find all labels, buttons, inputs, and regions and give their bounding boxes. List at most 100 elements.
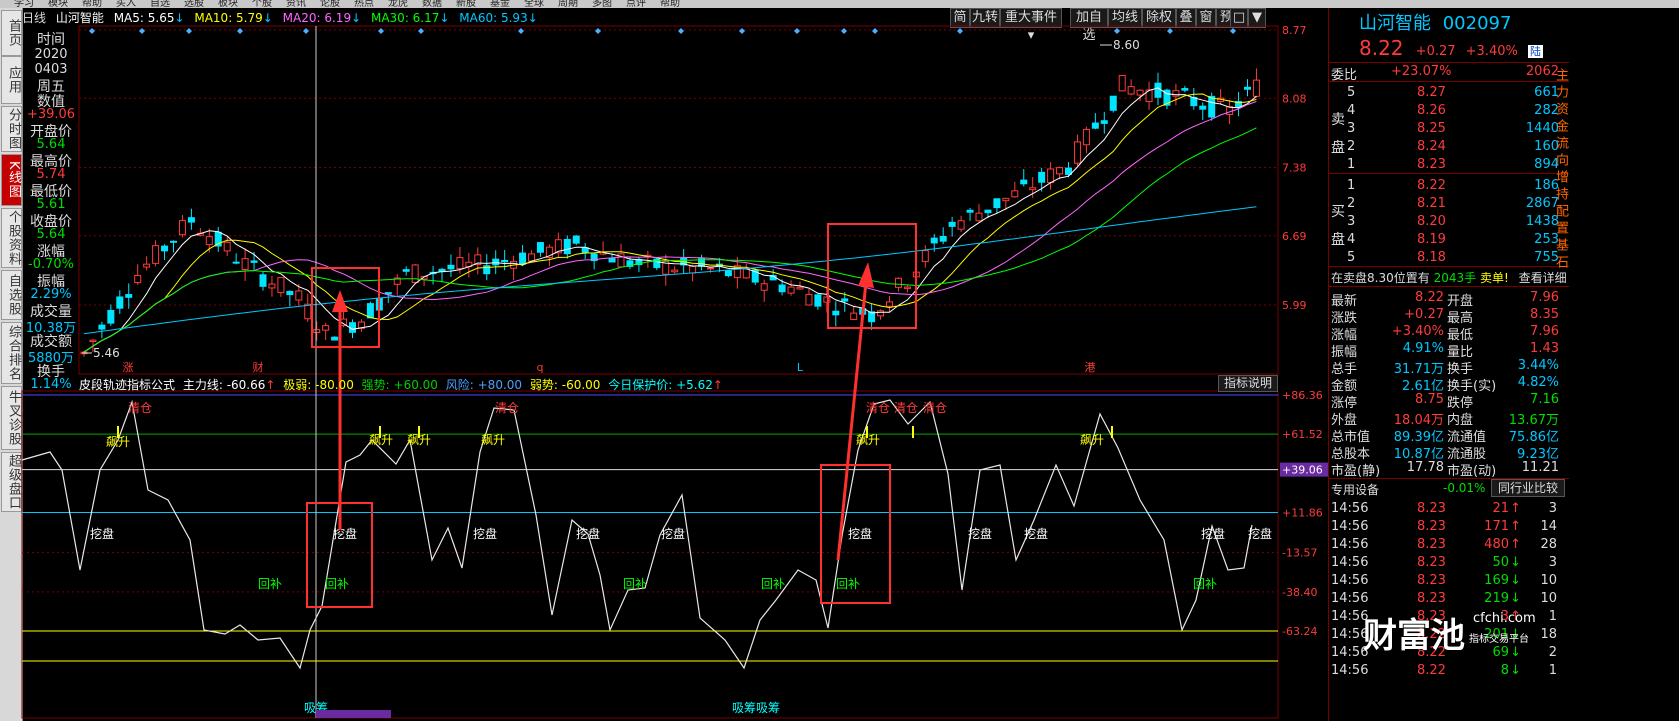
candle-body — [223, 241, 231, 252]
indicator-signal-label: 挖盘 — [848, 526, 872, 541]
ma-line — [83, 206, 1257, 335]
indicator-name: 皮段轨迹指标公式 — [79, 378, 176, 392]
candle-body — [519, 252, 527, 265]
candle-body — [501, 259, 509, 263]
candle-body — [1109, 95, 1117, 111]
candle-body — [134, 275, 142, 284]
stat-row: 涨跌 +0.27 最高 8.35 — [1329, 307, 1569, 326]
tick-price: 8.23 — [1417, 555, 1446, 570]
indicator-main: 主力线: -60.66 — [182, 378, 266, 392]
candle-body — [331, 336, 339, 341]
event-diamond — [186, 28, 192, 34]
candle-body — [161, 245, 169, 252]
stat-value: 8.35 — [1530, 307, 1559, 322]
candlesticks — [80, 68, 1260, 357]
sell-level: 3 — [1347, 121, 1356, 136]
indicator-signal-label: 回补 — [836, 577, 860, 591]
candle-body — [116, 296, 124, 309]
candle-body — [1038, 171, 1046, 183]
tick-direction-icon: ↓ — [1510, 573, 1521, 588]
stat-value: 8.22 — [1415, 290, 1444, 305]
stock-badge[interactable]: 陆 — [1528, 45, 1543, 58]
indicator-signal-label: 回补 — [761, 577, 785, 591]
stock-chart[interactable]: 8.77 8.08 7.38 6.69 5.99 8.60 5.46涨 财 q L 港 +86.3… — [0, 0, 1328, 721]
tick-volume: 21 — [1492, 501, 1509, 516]
industry-compare-button[interactable]: 同行业比较 — [1491, 479, 1565, 497]
price-change: +0.27 — [1415, 44, 1456, 59]
tick-count: 10 — [1540, 573, 1557, 588]
candle-body — [536, 242, 544, 253]
tick-row: 14:56 8.23 50 ↓ 3 — [1329, 555, 1569, 572]
candle-body — [930, 237, 938, 244]
candle-body — [456, 257, 464, 270]
stat-value: 7.16 — [1530, 392, 1559, 407]
price-pane-frame — [78, 25, 1279, 375]
candle-body — [1181, 88, 1189, 91]
candle-body — [903, 286, 911, 289]
candle-body — [313, 329, 321, 333]
candle-body — [850, 312, 858, 320]
industry-name[interactable]: 专用设备 — [1331, 481, 1379, 498]
sell-level: 4 — [1347, 103, 1356, 118]
event-diamond — [794, 28, 800, 34]
tick-price: 8.23 — [1417, 573, 1446, 588]
sell-row: 5 8.27 661 — [1329, 85, 1569, 102]
indicator-signal-label: 吸筹吸筹 — [732, 701, 780, 715]
candle-body — [1047, 168, 1055, 184]
webi-pct: +23.07% — [1391, 64, 1452, 79]
tick-time: 14:56 — [1331, 537, 1369, 552]
tick-volume: 8 — [1500, 663, 1509, 678]
event-diamond — [841, 28, 847, 34]
candle-body — [1199, 105, 1207, 110]
stat-value: +0.27 — [1404, 307, 1444, 322]
tick-price: 8.22 — [1417, 663, 1446, 678]
buy-row: 1 8.22 186 — [1329, 178, 1569, 195]
event-diamond — [872, 28, 878, 34]
indicator-header: 皮段轨迹指标公式 主力线: -60.66↑ 极弱: -80.00 强势: +60… — [79, 378, 723, 392]
indicator-signal-label: 挖盘 — [90, 526, 114, 541]
notice-row[interactable]: 在卖盘8.30位置有 2043手 卖单! 查看详细 — [1331, 269, 1571, 286]
candle-body — [125, 294, 133, 298]
price-line: 8.22 +0.27 +3.40% 陆 — [1359, 36, 1543, 60]
tick-volume: 219 — [1484, 591, 1509, 606]
crosshair-date-bar — [316, 710, 391, 718]
indicator-signal-label: 挖盘 — [473, 526, 497, 541]
tick-count: 18 — [1540, 627, 1557, 642]
candle-body — [411, 264, 419, 283]
candle-event-marker: 涨 — [123, 361, 134, 374]
tick-direction-icon: ↓ — [1510, 663, 1521, 678]
candle-body — [1118, 75, 1126, 92]
candle-event-marker: q — [537, 361, 544, 374]
stat-label: 市盈(动) — [1447, 464, 1497, 479]
sell-price: 8.23 — [1417, 157, 1446, 172]
candle-body — [259, 274, 267, 287]
tick-volume: 480 — [1484, 537, 1509, 552]
candle-body — [1136, 89, 1144, 96]
stat-value: 17.78 — [1406, 460, 1444, 475]
high-marker: 8.60 — [1113, 38, 1140, 52]
notice-sell: 卖单! — [1479, 271, 1509, 285]
buy-price: 8.18 — [1417, 250, 1446, 265]
stat-value: +3.40% — [1391, 324, 1444, 339]
tick-count: 1 — [1548, 663, 1557, 678]
event-diamond — [1114, 28, 1120, 34]
candle-body — [1020, 179, 1028, 185]
sell-row: 2 8.24 160 — [1329, 139, 1569, 156]
tick-time: 14:56 — [1331, 555, 1369, 570]
candle-body — [760, 283, 768, 291]
candle-body — [921, 250, 929, 263]
buy-price: 8.19 — [1417, 232, 1446, 247]
candle-body — [984, 209, 992, 214]
ma-line — [83, 101, 1257, 353]
sell-price: 8.27 — [1417, 85, 1446, 100]
candle-body — [653, 258, 661, 269]
tick-row: 14:56 8.23 171 ↑ 14 — [1329, 519, 1569, 536]
tick-time: 14:56 — [1331, 663, 1369, 678]
indicator-labels: 飙升清仓飙升 飙升 飙升清仓飙升清仓 清仓 清仓飙升挖盘 挖盘 挖盘 挖盘 挖盘 挖盘 挖盘 挖盘 挖盘… — [90, 401, 1272, 715]
tick-price: 8.23 — [1417, 519, 1446, 534]
indicator-explain-button[interactable]: 指标说明 — [1218, 375, 1278, 392]
price-pct: +3.40% — [1465, 44, 1518, 59]
event-diamond — [89, 28, 95, 34]
candle-body — [1172, 90, 1180, 97]
stat-value: 1.43 — [1530, 341, 1559, 356]
